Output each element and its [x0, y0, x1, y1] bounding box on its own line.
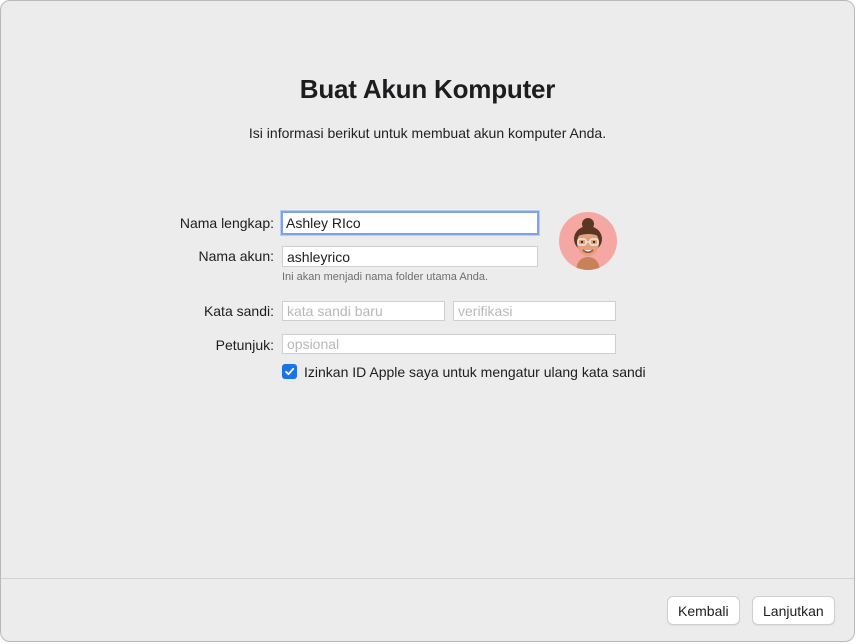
checkmark-icon [285, 367, 295, 376]
password-label: Kata sandi: [203, 303, 274, 319]
apple-id-reset-label[interactable]: Izinkan ID Apple saya untuk mengatur ula… [304, 364, 646, 380]
full-name-label: Nama lengkap: [179, 215, 274, 231]
setup-window: Buat Akun Komputer Isi informasi berikut… [0, 0, 855, 642]
page-title: Buat Akun Komputer [299, 74, 556, 104]
memoji-avatar-icon[interactable] [559, 212, 617, 270]
footer-divider [1, 578, 854, 579]
password-verify-field[interactable] [453, 301, 616, 321]
password-field[interactable] [282, 301, 445, 321]
page-subtitle: Isi informasi berikut untuk membuat akun… [248, 125, 607, 141]
account-name-hint: Ini akan menjadi nama folder utama Anda. [282, 271, 489, 283]
password-hint-field[interactable] [282, 334, 616, 354]
continue-button[interactable]: Lanjutkan [752, 596, 835, 625]
account-name-label: Nama akun: [198, 248, 274, 264]
back-button[interactable]: Kembali [667, 596, 740, 625]
full-name-field[interactable] [281, 211, 539, 235]
apple-id-reset-checkbox[interactable] [282, 364, 297, 379]
password-hint-label: Petunjuk: [215, 337, 274, 353]
account-name-field[interactable] [282, 246, 538, 267]
